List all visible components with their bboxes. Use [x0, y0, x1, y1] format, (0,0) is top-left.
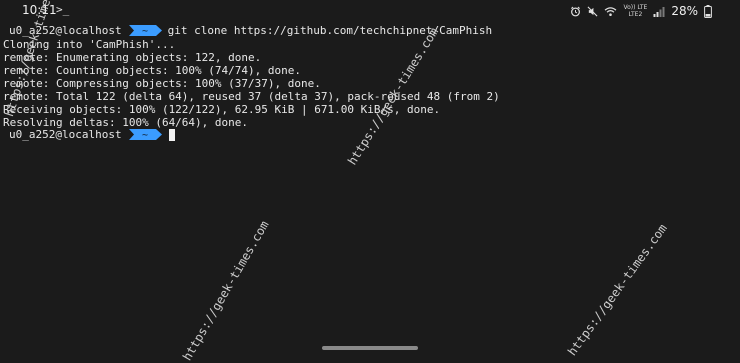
prompt-directory-text: ~ [142, 26, 148, 36]
output-line: remote: Enumerating objects: 122, done. [3, 51, 262, 64]
prompt-user-host: u0_a252@localhost [9, 24, 122, 37]
network-type-top: Vo)) LTE [623, 4, 648, 11]
network-type: Vo)) LTE LTE2 [623, 4, 647, 18]
wifi-icon [604, 6, 617, 17]
home-gesture-handle[interactable] [322, 346, 418, 350]
prompt-directory-badge: ~ [128, 129, 163, 140]
alarm-icon [570, 6, 581, 17]
output-line: remote: Counting objects: 100% (74/74), … [3, 64, 302, 77]
command-prompt-line: u0_a252@localhost ~ git clone https://gi… [3, 24, 492, 37]
battery-icon [704, 4, 712, 18]
output-line: remote: Compressing objects: 100% (37/37… [3, 77, 321, 90]
signal-icon [653, 6, 665, 17]
terminal-output[interactable]: u0_a252@localhost ~ git clone https://gi… [0, 22, 740, 338]
network-type-bottom: LTE2 [628, 11, 643, 18]
output-line: remote: Total 122 (delta 64), reused 37 … [3, 90, 500, 103]
command-text: git clone https://github.com/techchipnet… [167, 24, 493, 37]
command-prompt-line[interactable]: u0_a252@localhost ~ [3, 128, 175, 141]
mute-icon [587, 6, 598, 17]
status-icons: Vo)) LTE LTE2 28% [570, 3, 712, 19]
prompt-directory-text: ~ [142, 130, 148, 140]
terminal-app-icon: >_ [56, 3, 70, 16]
status-bar: 10:11 >_ Vo)) LTE LTE2 28% [0, 0, 740, 22]
text-cursor[interactable] [168, 128, 175, 141]
navigation-bar [0, 338, 740, 360]
battery-level: 28% [671, 4, 698, 18]
prompt-directory-badge: ~ [128, 25, 163, 36]
prompt-user-host: u0_a252@localhost [9, 128, 122, 141]
